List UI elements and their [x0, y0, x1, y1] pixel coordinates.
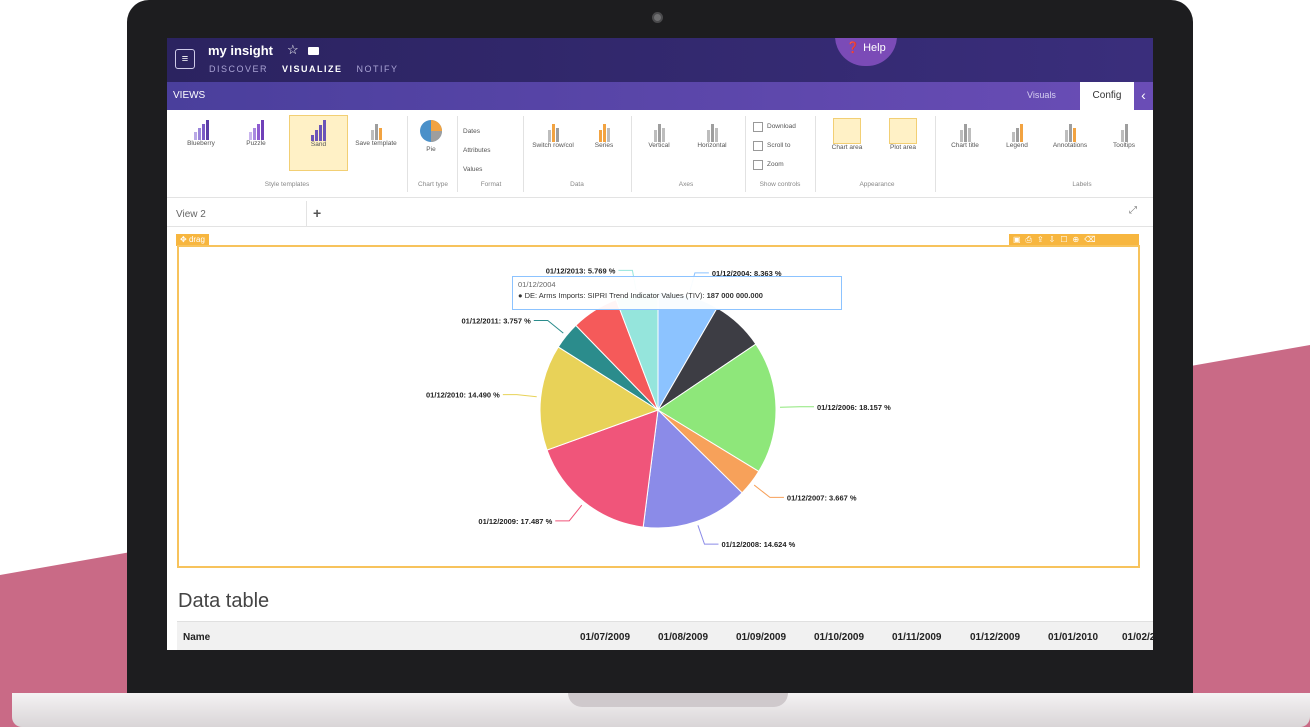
column-header[interactable]: 01/01/2010	[1048, 632, 1098, 643]
table-header: Name 01/07/2009 01/08/2009 01/09/2009 01…	[177, 621, 1153, 650]
tooltip-row: ● DE: Arms Imports: SIPRI Trend Indicato…	[518, 291, 763, 300]
pie-slice-label: 01/12/2008: 14.624 %	[721, 540, 795, 549]
pie-slice-label: 01/12/2011: 3.757 %	[462, 316, 532, 325]
laptop-notch	[568, 693, 788, 707]
pie-label-connector	[555, 504, 583, 522]
tooltip-value: 187 000 000.000	[706, 291, 763, 300]
column-header[interactable]: 01/10/2009	[814, 632, 864, 643]
column-header[interactable]: 01/02/2	[1122, 632, 1153, 643]
pie-slice-label: 01/12/2009: 17.487 %	[478, 517, 552, 526]
pie-label-connector	[533, 319, 564, 334]
pie-slices	[539, 291, 777, 529]
pie-chart: 01/12/2004: 8.363 %01/12/2006: 18.157 %0…	[426, 266, 891, 549]
column-header[interactable]: 01/07/2009	[580, 632, 630, 643]
column-header[interactable]: 01/11/2009	[892, 632, 942, 643]
pie-slice-label: 01/12/2010: 14.490 %	[426, 391, 500, 400]
tooltip-series: DE: Arms Imports: SIPRI Trend Indicator …	[524, 291, 705, 300]
app-screen: ≡ my insight ☆ DISCOVER VISUALIZE NOTIFY…	[167, 38, 1153, 650]
pie-slice-label: 01/12/2007: 3.667 %	[787, 493, 857, 502]
pie-label-connector	[697, 525, 719, 545]
pie-label-connector	[753, 484, 784, 498]
column-header[interactable]: 01/08/2009	[658, 632, 708, 643]
marketing-image: ≡ my insight ☆ DISCOVER VISUALIZE NOTIFY…	[0, 0, 1310, 727]
camera-icon	[652, 12, 663, 23]
column-name[interactable]: Name	[183, 632, 210, 643]
data-table-title: Data table	[178, 590, 270, 612]
column-header[interactable]: 01/12/2009	[970, 632, 1020, 643]
tooltip: 01/12/2004 ● DE: Arms Imports: SIPRI Tre…	[512, 276, 842, 310]
pie-slice-label: 01/12/2006: 18.157 %	[817, 403, 891, 412]
pie-slice-label: 01/12/2013: 5.769 %	[546, 266, 616, 275]
tooltip-date: 01/12/2004	[518, 280, 556, 289]
column-header[interactable]: 01/09/2009	[736, 632, 786, 643]
pie-label-connector	[502, 394, 537, 398]
